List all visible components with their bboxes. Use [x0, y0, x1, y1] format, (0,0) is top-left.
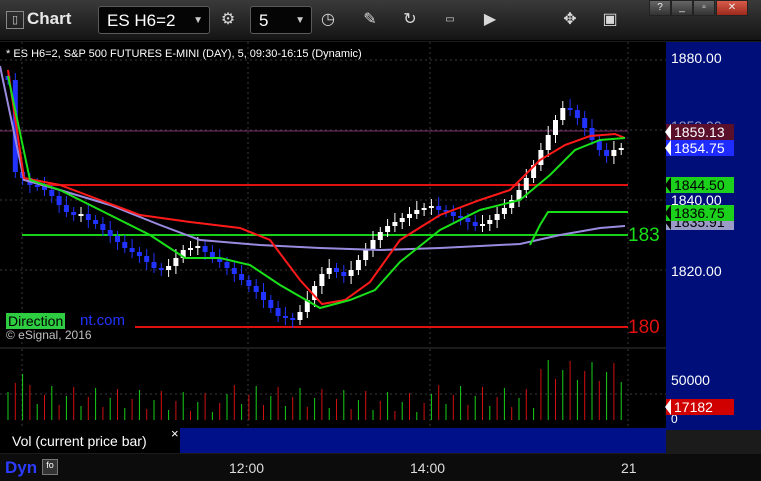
candle-body: [246, 280, 252, 286]
candle-body: [414, 210, 420, 214]
candle-body: [166, 266, 172, 270]
price-tag: 1854.75: [665, 140, 734, 156]
candle-body: [523, 178, 529, 190]
candle-body: [407, 214, 412, 218]
candle-body: [574, 110, 580, 118]
candle-body: [268, 300, 274, 308]
candle-body: [421, 208, 427, 210]
candle-body: [173, 258, 179, 266]
candle-body: [151, 262, 157, 268]
level-label-red: 180: [628, 317, 660, 338]
watermark-suffix: nt.com: [80, 312, 126, 329]
candle-body: [319, 274, 325, 286]
price-tick: 1820.00: [671, 263, 722, 279]
close-icon[interactable]: ×: [171, 426, 179, 441]
candle-body: [275, 308, 281, 316]
candle-body: [355, 260, 361, 270]
time-label: 12:00: [229, 460, 265, 476]
candle-body: [465, 218, 471, 222]
candle-body: [428, 206, 434, 208]
volume-tick: 50000: [671, 372, 710, 388]
red-average-line: [7, 69, 626, 306]
chart-header: * ES H6=2, S&P 500 FUTURES E-MINI (DAY),…: [6, 48, 362, 60]
candle-body: [582, 118, 588, 128]
candle-body: [261, 292, 266, 300]
settings-icon[interactable]: fo: [42, 459, 58, 475]
candle-body: [224, 262, 230, 268]
candle-body: [392, 222, 398, 226]
candle-body: [231, 268, 237, 274]
candle-body: [290, 318, 296, 320]
candle-body: [472, 222, 478, 226]
copyright: © eSignal, 2016: [6, 328, 92, 342]
volume-current-tag: 17182: [665, 399, 734, 415]
candle-body: [611, 150, 617, 156]
candle-body: [158, 268, 164, 270]
price-tick: 1880.00: [671, 50, 722, 66]
candle-body: [545, 135, 551, 150]
candle-body: [553, 120, 558, 135]
candle-body: [63, 205, 69, 212]
candle-body: [363, 250, 369, 260]
candle-body: [370, 240, 376, 250]
candle-body: [604, 150, 610, 156]
candle-body: [348, 270, 354, 276]
candle-body: [450, 212, 456, 216]
time-label: 21: [621, 460, 637, 476]
candle-body: [188, 248, 193, 250]
candle-body: [115, 236, 120, 242]
dynamic-badge[interactable]: Dyn: [5, 458, 37, 478]
volume-label: Vol (current price bar): [12, 433, 147, 449]
candle-body: [385, 226, 391, 232]
candle-body: [567, 108, 573, 110]
indicator-lines: [0, 65, 628, 310]
candle-body: [100, 224, 106, 230]
candle-body: [85, 214, 91, 220]
candle-body: [253, 286, 259, 292]
price-tag: 1844.50: [665, 177, 734, 193]
candle-body: [93, 220, 99, 224]
price-tag: 1859.13: [665, 124, 734, 140]
price-tag: 1836.75: [665, 205, 734, 221]
candle-body: [202, 246, 208, 252]
candle-body: [239, 274, 245, 280]
candle-body: [195, 246, 201, 248]
green-average-line: [7, 75, 626, 310]
time-label: 14:00: [410, 460, 446, 476]
candle-body: [297, 312, 303, 320]
candle-body: [589, 128, 595, 140]
candle-body: [282, 316, 288, 318]
volume-bars: [7, 360, 622, 420]
candle-body: [436, 206, 442, 210]
candle-body: [341, 272, 347, 276]
candle-body: [487, 220, 493, 224]
candle-body: [399, 218, 405, 222]
candle-body: [494, 214, 500, 220]
candle-body: [480, 224, 485, 226]
candle-body: [501, 208, 507, 214]
candle-body: [56, 196, 62, 205]
candle-body: [129, 248, 135, 252]
candle-body: [107, 230, 113, 236]
candle-body: [78, 214, 84, 216]
candle-body: [458, 216, 464, 218]
candle-body: [122, 242, 128, 248]
candle-body: [144, 256, 150, 262]
candle-body: [34, 185, 40, 187]
candle-body: [71, 212, 77, 215]
candle-body: [618, 148, 624, 150]
candle-body: [49, 190, 55, 196]
green-step-line: [529, 211, 628, 246]
candle-body: [560, 108, 566, 120]
level-label-green: 183: [628, 225, 660, 246]
candle-body: [326, 268, 332, 274]
candle-body: [377, 232, 383, 240]
candle-body: [136, 252, 142, 256]
candle-body: [334, 268, 339, 272]
watermark-prefix: Direction: [6, 313, 66, 329]
